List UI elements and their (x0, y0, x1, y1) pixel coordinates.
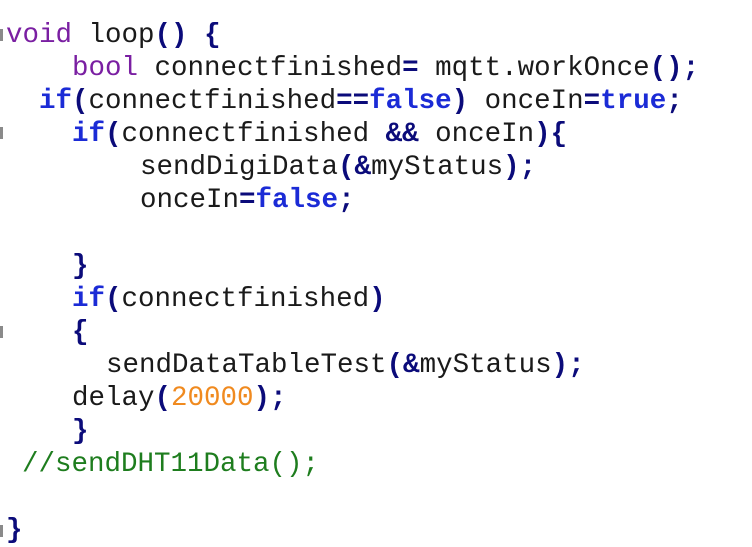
identifier-mqtt: mqtt (435, 53, 502, 84)
punct: (& (338, 152, 372, 183)
punct: ( (154, 383, 172, 414)
punct: ; (666, 86, 683, 117)
identifier-connectfinished: connectfinished (121, 119, 370, 150)
code-line-16[interactable]: } (6, 514, 23, 547)
punct: = (583, 86, 601, 117)
punct: () (154, 20, 188, 51)
keyword-true: true (600, 86, 667, 117)
code-line-10[interactable]: { (72, 316, 89, 349)
identifier-connectfinished: connectfinished (88, 86, 337, 117)
punct: . (501, 53, 518, 84)
function-name-loop: loop (88, 20, 155, 51)
code-line-14[interactable]: //sendDHT11Data(); (22, 448, 319, 481)
comment: //sendDHT11Data(); (22, 449, 320, 480)
code-line-3[interactable]: if(connectfinished==false) onceIn=true; (39, 85, 683, 118)
fold-marker[interactable] (0, 525, 3, 537)
keyword-void: void (6, 20, 73, 51)
code-line-2[interactable]: bool connectfinished= mqtt.workOnce(); (72, 52, 699, 85)
keyword-if: if (39, 86, 73, 117)
code-line-13[interactable]: } (72, 415, 89, 448)
function-name-sendDataTableTest: sendDataTableTest (106, 350, 387, 381)
punct: } (6, 515, 23, 546)
punct: ); (551, 350, 585, 381)
punct: { (72, 317, 89, 348)
code-line-5[interactable]: sendDigiData(&myStatus); (140, 151, 536, 184)
punct: = (239, 185, 256, 216)
punct: (); (649, 53, 700, 84)
identifier-workOnce: workOnce (517, 53, 650, 84)
identifier-connectfinished: connectfinished (154, 53, 403, 84)
punct: ); (503, 152, 537, 183)
identifier-onceIn: onceIn (140, 185, 240, 216)
code-line-6[interactable]: onceIn=false; (140, 184, 355, 217)
punct: ) (451, 86, 469, 117)
punct: ) (369, 284, 386, 315)
keyword-if: if (72, 119, 106, 150)
punct: ( (105, 119, 122, 150)
keyword-if: if (72, 284, 106, 315)
code-editor[interactable]: void loop() { bool connectfinished= mqtt… (0, 0, 752, 547)
punct: == (336, 86, 370, 117)
code-line-9[interactable]: if(connectfinished) (72, 283, 386, 316)
identifier-myStatus: myStatus (419, 350, 552, 381)
punct: ( (105, 284, 122, 315)
identifier-connectfinished: connectfinished (121, 284, 370, 315)
identifier-onceIn: onceIn (484, 86, 584, 117)
fold-marker[interactable] (0, 326, 3, 338)
code-line-12[interactable]: delay(20000); (72, 382, 287, 415)
punct: ); (253, 383, 287, 414)
fold-marker[interactable] (0, 29, 3, 41)
punct: } (72, 251, 89, 282)
punct: { (204, 20, 221, 51)
identifier-onceIn: onceIn (435, 119, 535, 150)
keyword-false: false (369, 86, 452, 117)
identifier-myStatus: myStatus (371, 152, 504, 183)
code-line-4[interactable]: if(connectfinished && onceIn){ (72, 118, 567, 151)
code-line-1[interactable]: void loop() { (6, 19, 221, 52)
punct: } (72, 416, 89, 447)
function-name-delay: delay (72, 383, 155, 414)
punct: && (385, 119, 419, 150)
keyword-false: false (255, 185, 339, 216)
punct: (& (386, 350, 420, 381)
punct: ( (72, 86, 89, 117)
punct: = (402, 53, 419, 84)
code-line-8[interactable]: } (72, 250, 89, 283)
number-literal: 20000 (171, 383, 254, 414)
code-line-11[interactable]: sendDataTableTest(&myStatus); (106, 349, 585, 382)
punct: ; (338, 185, 355, 216)
function-name-sendDigiData: sendDigiData (140, 152, 339, 183)
fold-marker[interactable] (0, 127, 3, 139)
punct: ){ (534, 119, 568, 150)
keyword-bool: bool (72, 53, 139, 84)
